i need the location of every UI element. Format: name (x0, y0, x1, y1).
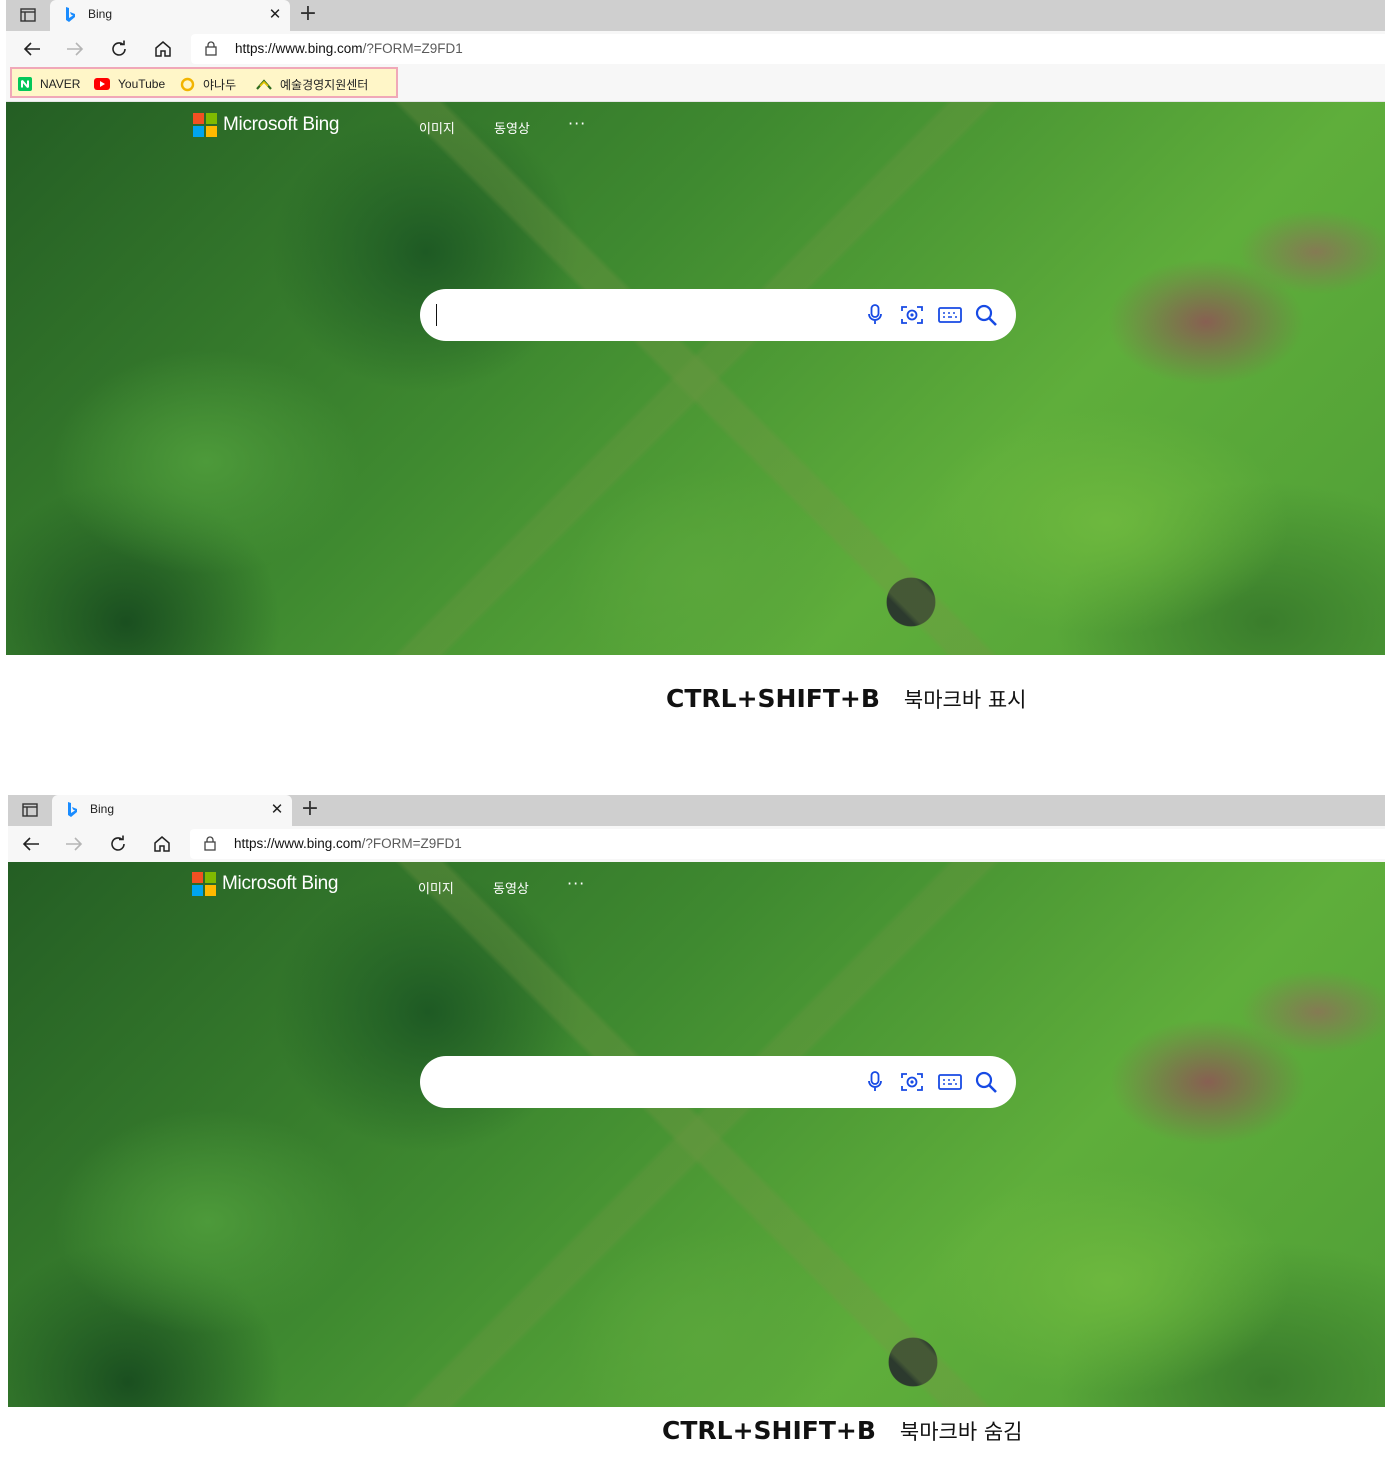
navigation-toolbar: https://www.bing.com/?FORM=Z9FD1 (8, 826, 1385, 862)
bing-brand-link[interactable]: Microsoft Bing (192, 872, 338, 896)
url-text: https://www.bing.com/?FORM=Z9FD1 (234, 836, 462, 851)
back-arrow-icon (22, 837, 39, 851)
tab-bing[interactable]: Bing ✕ (50, 0, 290, 31)
new-tab-button[interactable]: + (298, 798, 322, 822)
close-tab-icon[interactable]: ✕ (266, 5, 284, 23)
visual-search-icon[interactable] (900, 303, 924, 327)
close-tab-icon[interactable]: ✕ (268, 800, 286, 818)
search-icon[interactable] (974, 1070, 998, 1094)
nav-images-link[interactable]: 이미지 (418, 878, 454, 897)
forward-arrow-icon (67, 42, 84, 56)
nav-videos-link[interactable]: 동영상 (493, 878, 529, 897)
bookmarks-bar: NAVER YouTube 야나두 예술경영지원센터 (6, 67, 1385, 102)
forward-arrow-icon (66, 837, 83, 851)
bookmark-label: 예술경영지원센터 (280, 77, 369, 92)
bing-icon (64, 7, 76, 27)
search-input[interactable] (420, 1056, 1016, 1108)
tab-bing[interactable]: Bing ✕ (52, 795, 292, 826)
keyboard-icon[interactable] (938, 1070, 962, 1094)
bing-icon (66, 802, 78, 822)
new-tab-button[interactable]: + (296, 3, 320, 27)
refresh-button[interactable] (105, 832, 131, 856)
bookmark-yanadoo[interactable]: 야나두 (180, 75, 236, 93)
home-icon (155, 41, 171, 57)
bookmark-youtube[interactable]: YouTube (94, 75, 165, 93)
back-button[interactable] (19, 37, 45, 61)
home-icon (154, 836, 170, 852)
microphone-icon[interactable] (863, 303, 887, 327)
browser-screenshot-bookmarks-shown: Bing ✕ + https://www.bing.com/?FORM=Z9FD… (6, 0, 1385, 655)
bookmark-label: 야나두 (203, 77, 237, 92)
bookmark-label: NAVER (40, 77, 81, 91)
bookmark-label: YouTube (118, 77, 166, 91)
visual-search-icon[interactable] (900, 1070, 924, 1094)
tab-panel-icon (20, 8, 36, 22)
address-bar[interactable]: https://www.bing.com/?FORM=Z9FD1 (191, 34, 1385, 64)
address-bar[interactable]: https://www.bing.com/?FORM=Z9FD1 (190, 829, 1385, 859)
browser-screenshot-bookmarks-hidden: Bing ✕ + https://www.bing.com/?FORM=Z9FD… (8, 795, 1385, 1407)
url-path: /?FORM=Z9FD1 (362, 41, 463, 56)
tab-title: Bing (90, 802, 115, 816)
yanadoo-icon (180, 77, 195, 92)
microsoft-logo-icon (192, 872, 216, 896)
url-host: https://www.bing.com (235, 41, 363, 56)
refresh-icon (111, 835, 125, 851)
home-button[interactable] (150, 37, 176, 61)
tab-actions-button[interactable] (16, 4, 40, 26)
brand-name: Microsoft Bing (222, 873, 339, 894)
home-button[interactable] (149, 832, 175, 856)
back-button[interactable] (18, 832, 44, 856)
naver-icon (18, 77, 32, 91)
caption-show-bookmarks: CTRL+SHIFT+B 북마크바 표시 (666, 684, 1027, 714)
brand-name: Microsoft Bing (223, 114, 340, 135)
tab-strip: Bing ✕ + (6, 0, 1385, 31)
search-icon[interactable] (974, 303, 998, 327)
shortcut-keys: CTRL+SHIFT+B (666, 684, 880, 713)
url-text: https://www.bing.com/?FORM=Z9FD1 (235, 41, 463, 56)
nav-more-button[interactable]: ··· (568, 114, 586, 133)
nav-images-link[interactable]: 이미지 (419, 118, 455, 137)
shortcut-description: 북마크바 숨김 (899, 1420, 1023, 1444)
navigation-toolbar: https://www.bing.com/?FORM=Z9FD1 (6, 31, 1385, 67)
lock-icon (204, 836, 216, 855)
youtube-icon (94, 78, 110, 90)
tab-actions-button[interactable] (18, 799, 42, 821)
forward-button[interactable] (62, 37, 88, 61)
keyboard-icon[interactable] (938, 303, 962, 327)
bing-hero-background: Microsoft Bing 이미지 동영상 ··· (8, 862, 1385, 1407)
gokams-icon (256, 77, 272, 91)
tab-title: Bing (88, 7, 113, 21)
forward-button[interactable] (61, 832, 87, 856)
bing-brand-link[interactable]: Microsoft Bing (193, 113, 339, 137)
text-caret (436, 304, 437, 326)
refresh-icon (112, 40, 126, 56)
bookmark-naver[interactable]: NAVER (18, 75, 80, 93)
url-path: /?FORM=Z9FD1 (361, 836, 462, 851)
microsoft-logo-icon (193, 113, 217, 137)
nav-videos-link[interactable]: 동영상 (494, 118, 530, 137)
refresh-button[interactable] (106, 37, 132, 61)
back-arrow-icon (23, 42, 40, 56)
lock-icon (205, 41, 217, 60)
shortcut-description: 북마크바 표시 (903, 688, 1027, 712)
tab-panel-icon (22, 803, 38, 817)
nav-more-button[interactable]: ··· (567, 874, 585, 893)
tab-strip: Bing ✕ + (8, 795, 1385, 826)
caption-hide-bookmarks: CTRL+SHIFT+B 북마크바 숨김 (662, 1416, 1023, 1446)
bookmark-gokams[interactable]: 예술경영지원센터 (256, 75, 368, 93)
url-host: https://www.bing.com (234, 836, 362, 851)
shortcut-keys: CTRL+SHIFT+B (662, 1416, 876, 1445)
microphone-icon[interactable] (863, 1070, 887, 1094)
bing-hero-background: Microsoft Bing 이미지 동영상 ··· (6, 102, 1385, 655)
search-input[interactable] (420, 289, 1016, 341)
